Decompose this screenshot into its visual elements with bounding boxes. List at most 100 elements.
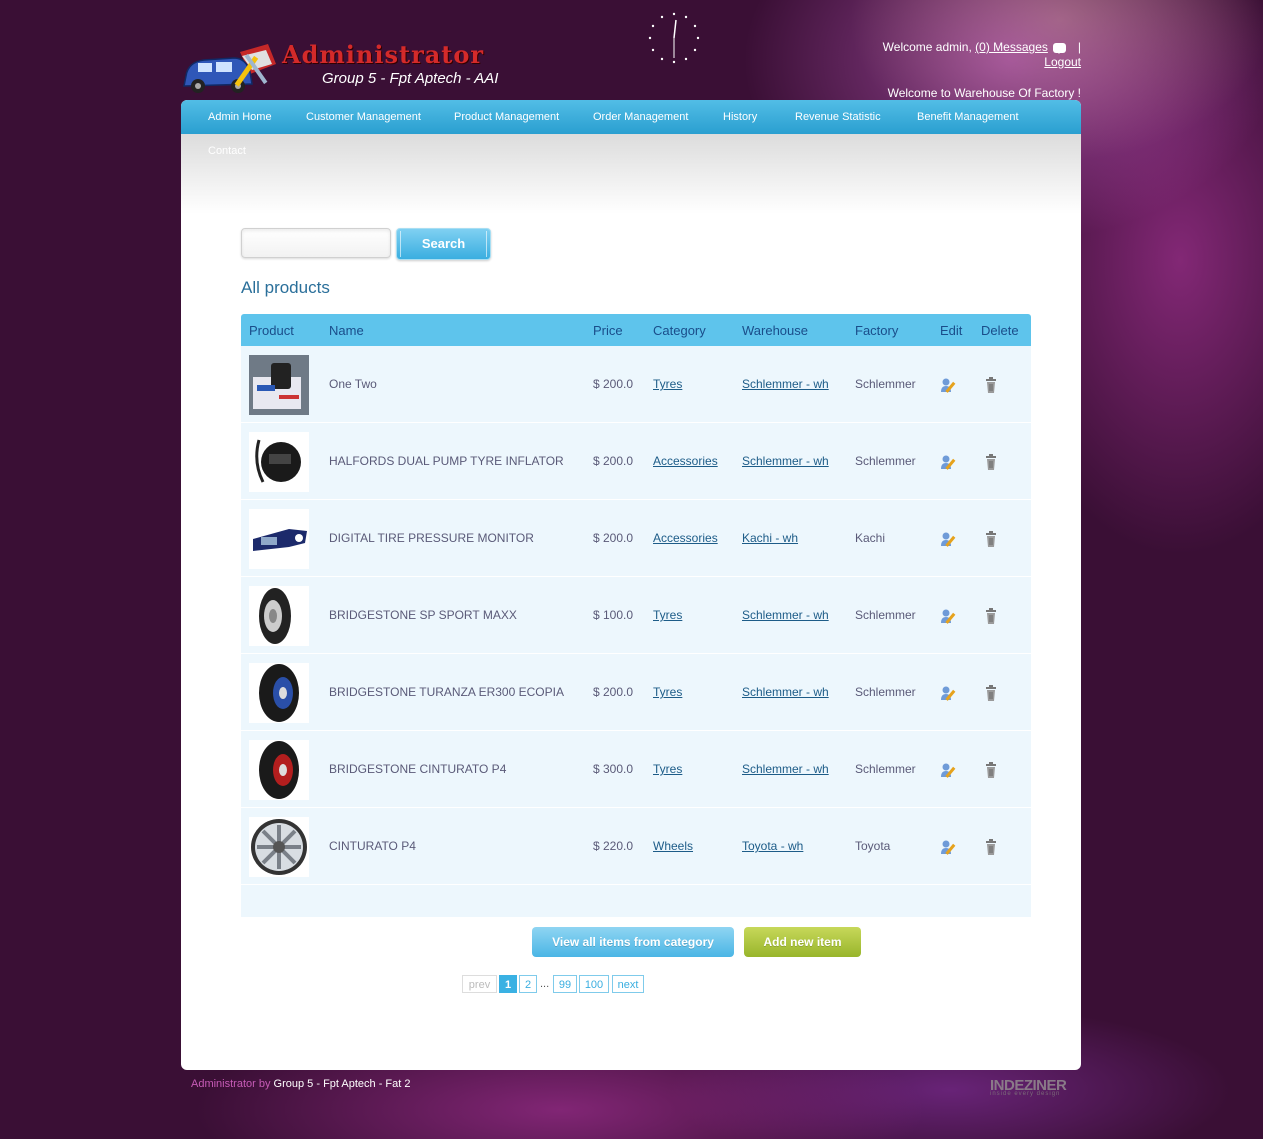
separator: | — [1077, 40, 1081, 54]
product-name: CINTURATO P4 — [329, 839, 416, 853]
pagination-page-1[interactable]: 1 — [499, 975, 517, 993]
edit-icon[interactable] — [940, 531, 956, 547]
factory-name: Schlemmer — [855, 608, 916, 622]
pagination-page-99[interactable]: 99 — [553, 975, 577, 993]
logo-title: Administrator — [282, 40, 485, 69]
logout-link[interactable]: Logout — [1044, 55, 1081, 69]
product-price: $ 220.0 — [593, 839, 634, 853]
category-link[interactable]: Tyres — [653, 685, 682, 699]
product-price: $ 200.0 — [593, 454, 634, 468]
warehouse-link[interactable]: Schlemmer - wh — [742, 377, 829, 391]
column-header-product: Product — [249, 323, 294, 338]
pagination-page-2[interactable]: 2 — [519, 975, 537, 993]
table-header: Product Name Price Category Warehouse Fa… — [241, 314, 1031, 346]
table-row: BRIDGESTONE TURANZA ER300 ECOPIA $ 200.0 T… — [241, 654, 1031, 731]
clock-icon — [648, 12, 700, 64]
edit-icon[interactable] — [940, 454, 956, 470]
add-new-item-button[interactable]: Add new item — [744, 927, 861, 957]
search-button[interactable]: Search — [396, 228, 491, 260]
logo-subtitle: Group 5 - Fpt Aptech - AAI — [322, 70, 499, 87]
table-row: DIGITAL TIRE PRESSURE MONITOR $ 200.0 Acce… — [241, 500, 1031, 577]
delete-icon[interactable] — [985, 453, 997, 471]
product-price: $ 300.0 — [593, 762, 634, 776]
pagination-prev[interactable]: prev — [462, 975, 497, 993]
product-price: $ 200.0 — [593, 531, 634, 545]
factory-name: Kachi — [855, 531, 886, 545]
pagination-page-100[interactable]: 100 — [579, 975, 609, 993]
nav-item-customer-management[interactable]: Customer Management — [306, 111, 421, 123]
welcome-user-text: Welcome admin, — [882, 40, 972, 54]
category-link[interactable]: Accessories — [653, 531, 718, 545]
delete-icon[interactable] — [985, 376, 997, 394]
edit-icon[interactable] — [940, 377, 956, 393]
factory-name: Schlemmer — [855, 377, 916, 391]
user-bar: Welcome admin, (0) Messages | Logout — [883, 40, 1081, 70]
section-title: All products — [241, 278, 330, 297]
column-header-price: Price — [593, 323, 623, 338]
product-name: BRIDGESTONE TURANZA ER300 ECOPIA — [329, 685, 564, 699]
nav-item-history[interactable]: History — [723, 111, 757, 123]
tire-thumbnail[interactable] — [249, 586, 309, 646]
edit-icon[interactable] — [940, 685, 956, 701]
warehouse-link[interactable]: Kachi - wh — [742, 531, 798, 545]
table-row: One Two $ 200.0 Tyres Schlemmer - wh Schlemm… — [241, 346, 1031, 423]
indeziner-logo[interactable]: INDEZINER inside every design — [990, 1077, 1067, 1097]
wheel-thumbnail[interactable] — [249, 817, 309, 877]
product-price: $ 100.0 — [593, 608, 634, 622]
factory-name: Schlemmer — [855, 454, 916, 468]
message-icon[interactable] — [1052, 42, 1066, 54]
column-header-category: Category — [653, 323, 706, 338]
product-price: $ 200.0 — [593, 377, 634, 391]
category-link[interactable]: Wheels — [653, 839, 693, 853]
site-logo[interactable]: Administrator Group 5 - Fpt Aptech - AAI — [180, 36, 520, 96]
table-row: CINTURATO P4 $ 220.0 Wheels Toyota - wh Toyo… — [241, 808, 1031, 885]
nav-item-contact[interactable]: Contact — [208, 145, 246, 157]
product-name: BRIDGESTONE CINTURATO P4 — [329, 762, 507, 776]
column-header-edit: Edit — [940, 323, 963, 338]
footer-credit: Administrator by Group 5 - Fpt Aptech - … — [191, 1078, 411, 1090]
nav-item-admin-home[interactable]: Admin Home — [208, 111, 272, 123]
tire-blue-thumbnail[interactable] — [249, 663, 309, 723]
category-link[interactable]: Accessories — [653, 454, 718, 468]
box-thumbnail[interactable] — [249, 355, 309, 415]
category-link[interactable]: Tyres — [653, 762, 682, 776]
welcome-warehouse-text: Welcome to Warehouse Of Factory ! — [887, 86, 1081, 100]
edit-icon[interactable] — [940, 839, 956, 855]
warehouse-link[interactable]: Schlemmer - wh — [742, 608, 829, 622]
delete-icon[interactable] — [985, 684, 997, 702]
edit-icon[interactable] — [940, 608, 956, 624]
warehouse-link[interactable]: Schlemmer - wh — [742, 762, 829, 776]
category-link[interactable]: Tyres — [653, 608, 682, 622]
main-panel: Admin Home Customer Management Product M… — [181, 100, 1081, 1070]
delete-icon[interactable] — [985, 761, 997, 779]
tire-red-thumbnail[interactable] — [249, 740, 309, 800]
nav-item-benefit-management[interactable]: Benefit Management — [917, 111, 1019, 123]
warehouse-link[interactable]: Schlemmer - wh — [742, 685, 829, 699]
gauge-thumbnail[interactable] — [249, 509, 309, 569]
delete-icon[interactable] — [985, 530, 997, 548]
product-name: HALFORDS DUAL PUMP TYRE INFLATOR — [329, 454, 564, 468]
column-header-delete: Delete — [981, 323, 1019, 338]
warehouse-link[interactable]: Toyota - wh — [742, 839, 803, 853]
messages-link[interactable]: (0) Messages — [975, 40, 1048, 54]
table-row: BRIDGESTONE SP SPORT MAXX $ 100.0 Tyres Sch… — [241, 577, 1031, 654]
footer-credit-text: Group 5 - Fpt Aptech - Fat 2 — [273, 1078, 411, 1090]
table-row: HALFORDS DUAL PUMP TYRE INFLATOR $ 200.0 A… — [241, 423, 1031, 500]
table-row: BRIDGESTONE CINTURATO P4 $ 300.0 Tyres Schl… — [241, 731, 1031, 808]
nav-item-revenue-statistic[interactable]: Revenue Statistic — [795, 111, 881, 123]
nav-item-product-management[interactable]: Product Management — [454, 111, 559, 123]
main-nav: Admin Home Customer Management Product M… — [181, 100, 1081, 134]
column-header-factory: Factory — [855, 323, 899, 338]
factory-name: Schlemmer — [855, 762, 916, 776]
search-input[interactable] — [241, 228, 391, 258]
delete-icon[interactable] — [985, 607, 997, 625]
delete-icon[interactable] — [985, 838, 997, 856]
warehouse-link[interactable]: Schlemmer - wh — [742, 454, 829, 468]
factory-name: Toyota — [855, 839, 891, 853]
view-all-items-button[interactable]: View all items from category — [532, 927, 734, 957]
category-link[interactable]: Tyres — [653, 377, 682, 391]
nav-item-order-management[interactable]: Order Management — [593, 111, 688, 123]
edit-icon[interactable] — [940, 762, 956, 778]
pump-thumbnail[interactable] — [249, 432, 309, 492]
pagination-next[interactable]: next — [612, 975, 644, 993]
